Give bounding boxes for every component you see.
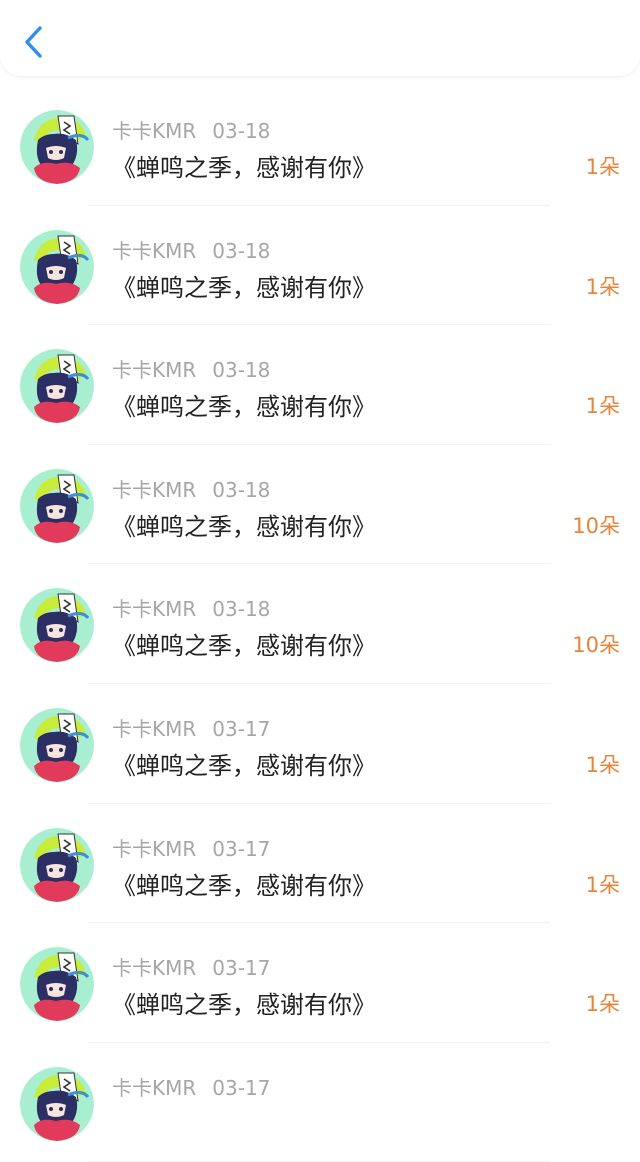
avatar[interactable] xyxy=(20,110,94,184)
date: 03-17 xyxy=(212,716,271,741)
list-item[interactable]: 卡卡KMR 03-18 《蝉鸣之季，感谢有你》 1朵 xyxy=(0,325,640,445)
message: 《蝉鸣之季，感谢有你》 xyxy=(112,512,376,541)
flower-count: 1朵 xyxy=(585,752,620,777)
date: 03-17 xyxy=(212,836,271,861)
date: 03-18 xyxy=(212,358,271,383)
gift-record-list: 卡卡KMR 03-18 《蝉鸣之季，感谢有你》 1朵 卡卡KMR 03-18 《蝉鸣… xyxy=(0,86,640,1162)
message: 《蝉鸣之季，感谢有你》 xyxy=(112,154,376,182)
date: 03-18 xyxy=(212,477,271,502)
avatar[interactable] xyxy=(20,947,94,1022)
message: 《蝉鸣之季，感谢有你》 xyxy=(112,751,376,780)
message: 《蝉鸣之季，感谢有你》 xyxy=(112,991,376,1020)
date: 03-17 xyxy=(212,956,271,981)
chevron-left-icon xyxy=(25,26,42,58)
username: 卡卡KMR xyxy=(112,358,197,383)
flower-count: 1朵 xyxy=(585,872,620,897)
message: 《蝉鸣之季，感谢有你》 xyxy=(112,632,376,661)
flower-count: 1朵 xyxy=(585,394,620,419)
item-meta: 卡卡KMR 03-18 xyxy=(112,354,270,383)
avatar-image xyxy=(20,947,94,1022)
item-meta: 卡卡KMR 03-17 xyxy=(112,833,270,862)
list-item[interactable]: 卡卡KMR 03-18 《蝉鸣之季，感谢有你》 1朵 xyxy=(0,206,640,326)
avatar-image xyxy=(20,468,94,543)
avatar[interactable] xyxy=(20,707,94,782)
avatar[interactable] xyxy=(20,468,94,543)
avatar-image xyxy=(20,110,94,184)
list-item[interactable]: 卡卡KMR 03-17 《蝉鸣之季，感谢有你》 1朵 xyxy=(0,804,640,924)
list-item[interactable]: 卡卡KMR 03-17 《蝉鸣之季，感谢有你》 1朵 xyxy=(0,923,640,1043)
item-meta: 卡卡KMR 03-17 xyxy=(112,713,270,742)
item-meta: 卡卡KMR 03-18 xyxy=(112,235,270,264)
flower-count: 10朵 xyxy=(572,513,620,538)
message: 《蝉鸣之季，感谢有你》 xyxy=(112,871,376,900)
avatar-image xyxy=(20,229,94,304)
avatar-image xyxy=(20,349,94,424)
message: 《蝉鸣之季，感谢有你》 xyxy=(112,273,376,302)
date: 03-18 xyxy=(212,597,271,622)
list-item[interactable]: 卡卡KMR 03-17 《蝉鸣之季，感谢有你》 1朵 xyxy=(0,684,640,804)
flower-count: 10朵 xyxy=(572,633,620,658)
item-meta: 卡卡KMR 03-18 xyxy=(112,115,270,144)
avatar[interactable] xyxy=(20,588,94,663)
username: 卡卡KMR xyxy=(112,597,197,622)
list-item[interactable]: 卡卡KMR 03-18 《蝉鸣之季，感谢有你》 1朵 xyxy=(0,86,640,206)
username: 卡卡KMR xyxy=(112,716,197,741)
avatar[interactable] xyxy=(20,229,94,304)
flower-count: 1朵 xyxy=(585,155,620,179)
list-item[interactable]: 卡卡KMR 03-18 《蝉鸣之季，感谢有你》 10朵 xyxy=(0,445,640,565)
username: 卡卡KMR xyxy=(112,119,197,143)
date: 03-18 xyxy=(212,119,271,143)
avatar-image xyxy=(20,1066,94,1141)
date: 03-18 xyxy=(212,238,271,263)
username: 卡卡KMR xyxy=(112,956,197,981)
username: 卡卡KMR xyxy=(112,238,197,263)
avatar[interactable] xyxy=(20,827,94,902)
flower-count: 1朵 xyxy=(585,992,620,1017)
item-meta: 卡卡KMR 03-18 xyxy=(112,593,270,622)
list-item[interactable]: 卡卡KMR 03-17 xyxy=(0,1043,640,1162)
avatar-image xyxy=(20,827,94,902)
back-button[interactable] xyxy=(18,20,54,64)
date: 03-17 xyxy=(212,1075,271,1100)
flower-count: 1朵 xyxy=(585,274,620,299)
avatar[interactable] xyxy=(20,349,94,424)
item-meta: 卡卡KMR 03-18 xyxy=(112,474,270,503)
list-item[interactable]: 卡卡KMR 03-18 《蝉鸣之季，感谢有你》 10朵 xyxy=(0,564,640,684)
username: 卡卡KMR xyxy=(112,477,197,502)
top-bar xyxy=(0,0,640,76)
item-meta: 卡卡KMR 03-17 xyxy=(112,1072,270,1101)
avatar[interactable] xyxy=(20,1066,94,1141)
item-meta: 卡卡KMR 03-17 xyxy=(112,952,270,981)
avatar-image xyxy=(20,707,94,782)
avatar-image xyxy=(20,588,94,663)
username: 卡卡KMR xyxy=(112,836,197,861)
username: 卡卡KMR xyxy=(112,1075,197,1100)
message: 《蝉鸣之季，感谢有你》 xyxy=(112,393,376,422)
